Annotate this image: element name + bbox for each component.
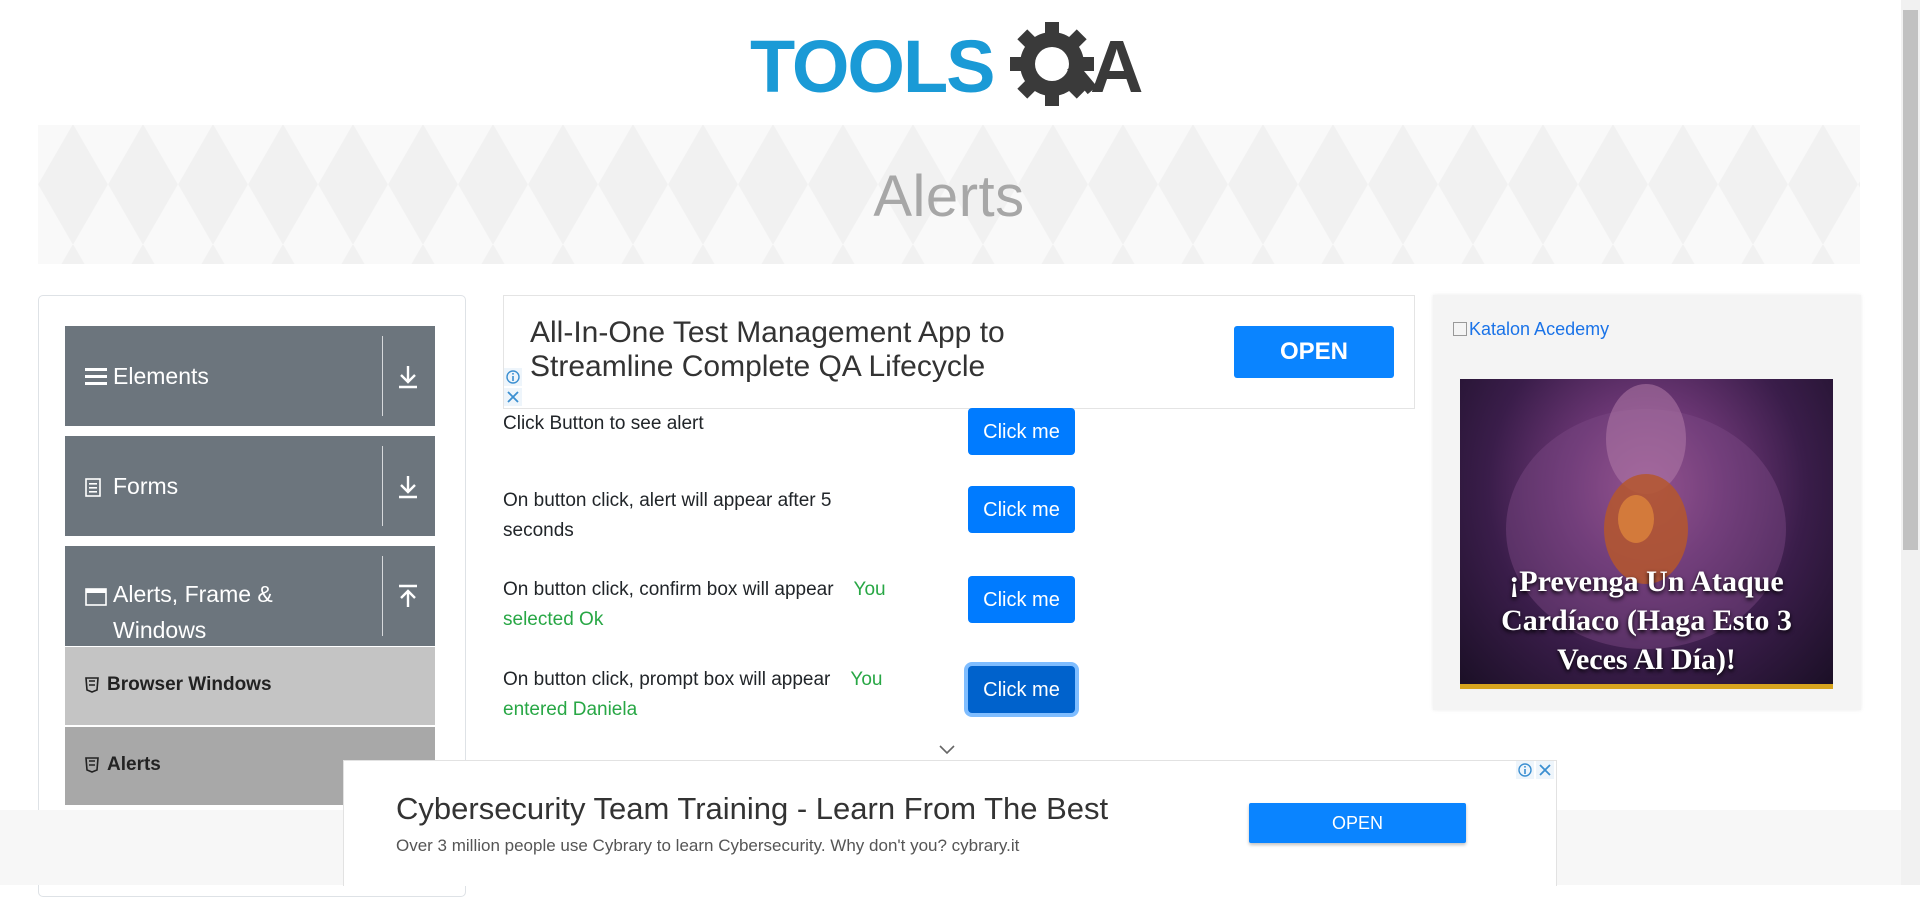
window-icon (85, 588, 107, 606)
html5-icon (85, 677, 99, 693)
sidebar-item-label: Alerts (107, 754, 161, 775)
sidebar-group-elements[interactable]: Elements (65, 326, 435, 426)
main-ad-banner[interactable]: All-In-One Test Management App to Stream… (503, 295, 1415, 409)
download-arrow-icon[interactable] (391, 470, 425, 504)
page-title: Alerts (873, 164, 1025, 229)
bottom-ad-title: Cybersecurity Team Training - Learn From… (396, 791, 1109, 826)
bottom-ad-open-button[interactable]: OPEN (1249, 803, 1466, 843)
ad-info-icon[interactable] (504, 368, 522, 386)
main-ad-text: All-In-One Test Management App to Stream… (530, 316, 1005, 383)
timer-alert-button[interactable]: Click me (968, 486, 1075, 533)
sidebar-group-label: Alerts, Frame & Windows (113, 581, 273, 643)
broken-image-icon (1453, 322, 1467, 336)
ad-close-icon[interactable] (1536, 761, 1554, 779)
sidebar-group-label: Forms (113, 473, 179, 499)
alert-row-text: On button click, confirm box will appear (503, 579, 834, 600)
katalon-link-text: Katalon Acedemy (1469, 319, 1610, 339)
alert-row-text: On button click, prompt box will appear (503, 669, 831, 690)
divider (382, 556, 383, 636)
page-banner: Alerts (38, 125, 1860, 264)
download-arrow-icon[interactable] (391, 360, 425, 394)
sidebar-group-forms[interactable]: Forms (65, 436, 435, 536)
katalon-academy-link[interactable]: Katalon Acedemy (1453, 319, 1609, 340)
bottom-ad-subtitle: Over 3 million people use Cybrary to lea… (396, 836, 1020, 855)
ad-info-icon[interactable] (1516, 761, 1534, 779)
alert-row-text: Click Button to see alert (503, 413, 704, 434)
sidebar-group-alerts-frame-windows[interactable]: Alerts, Frame & Windows (65, 546, 435, 646)
alert-button[interactable]: Click me (968, 408, 1075, 455)
confirm-row-label: On button click, confirm box will appear… (503, 575, 923, 635)
ad-image[interactable]: ¡Prevenga Un Ataque Cardíaco (Haga Esto … (1460, 379, 1833, 689)
gear-icon (1010, 22, 1097, 106)
prompt-button[interactable]: Click me (968, 666, 1075, 713)
timer-alert-row-label: On button click, alert will appear after… (503, 486, 863, 546)
document-icon (85, 478, 101, 497)
sidebar-item-browser-windows[interactable]: Browser Windows (65, 647, 435, 725)
sidebar-item-label: Browser Windows (107, 674, 272, 695)
toolsqa-logo[interactable]: TOOLS A (750, 18, 1155, 113)
confirm-button[interactable]: Click me (968, 576, 1075, 623)
right-ad[interactable]: Katalon Acedemy ¡Prevenga Un Ataque Card… (1433, 295, 1861, 710)
ad-close-icon[interactable] (504, 388, 522, 406)
scrollbar-thumb[interactable] (1903, 10, 1918, 550)
bottom-ad-banner[interactable]: Cybersecurity Team Training - Learn From… (343, 760, 1557, 886)
sidebar-group-label: Elements (113, 363, 209, 389)
divider (382, 446, 383, 526)
ad-image-accent-bar (1460, 684, 1833, 689)
alert-row-text: On button click, alert will appear after… (503, 490, 832, 541)
prompt-row-label: On button click, prompt box will appear Y… (503, 665, 923, 725)
hamburger-icon (85, 368, 107, 385)
html5-icon (85, 757, 99, 773)
divider (382, 336, 383, 416)
main-ad-open-button[interactable]: OPEN (1234, 326, 1394, 378)
chevron-down-icon[interactable] (938, 744, 956, 756)
ad-headline: ¡Prevenga Un Ataque Cardíaco (Haga Esto … (1501, 565, 1792, 676)
alert-row-label: Click Button to see alert (503, 409, 863, 439)
upload-arrow-icon[interactable] (391, 580, 425, 614)
logo-text-a: A (1090, 25, 1143, 108)
logo-text-tools: TOOLS (750, 25, 994, 108)
